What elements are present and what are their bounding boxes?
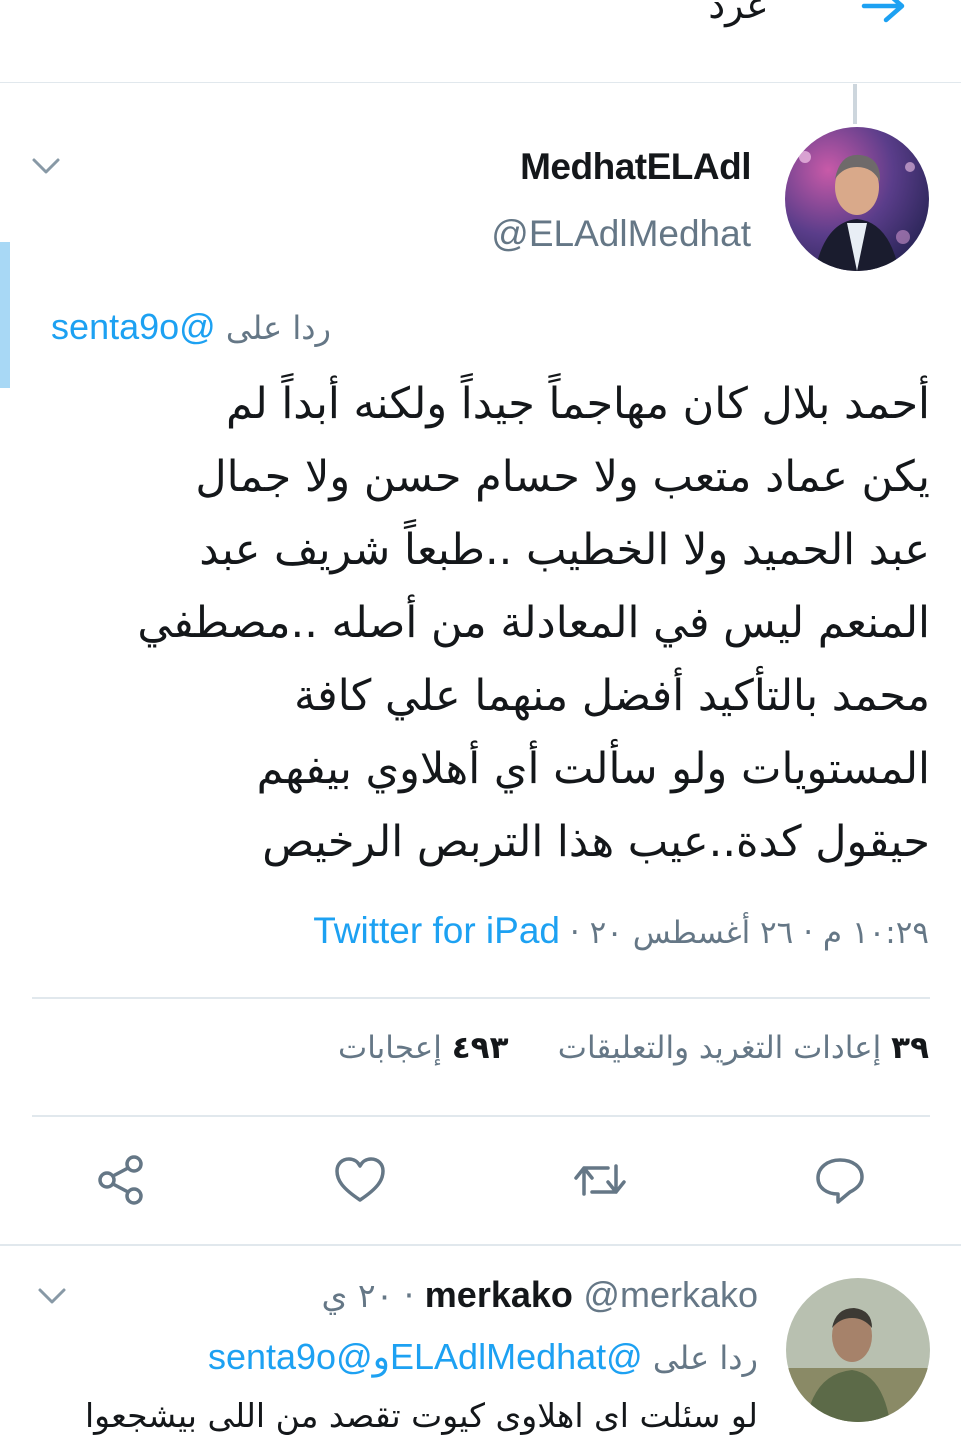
replying-to: ردا على @senta9o xyxy=(51,306,331,348)
share-icon[interactable] xyxy=(93,1152,149,1208)
mention-conjunction: و xyxy=(372,1336,391,1377)
avatar[interactable] xyxy=(785,127,929,271)
author-handle[interactable]: @ELAdlMedhat xyxy=(491,213,751,255)
thread-line xyxy=(853,84,857,124)
reply-display-name[interactable]: merkako xyxy=(425,1274,573,1315)
replying-to-label: ردا على xyxy=(652,1339,758,1377)
top-header xyxy=(0,0,961,83)
reply-header: merkako @merkako · ٢٠ ي xyxy=(322,1274,758,1316)
focus-indicator xyxy=(0,242,10,388)
replying-to-label: ردا على xyxy=(225,309,331,347)
tweet-text-line: حيقول كدة..عيب هذا التربص الرخيص xyxy=(262,817,930,867)
reply-text: لو سئلت اى اهلاوى كيوت تقصد من اللى بيشج… xyxy=(84,1396,758,1435)
tweet-text-line: المستويات ولو سألت أي أهلاوي بيفهم xyxy=(256,744,930,794)
header-title: غرد xyxy=(708,0,766,27)
reply-time: · ٢٠ ي xyxy=(321,1276,415,1315)
reply-icon[interactable] xyxy=(812,1152,868,1208)
section-divider xyxy=(0,1244,961,1246)
mention-link[interactable]: @senta9o xyxy=(51,306,216,347)
retweets-stat[interactable]: ٣٩ إعادات التغريد والتعليقات xyxy=(558,1030,929,1066)
tweet-text-line: أحمد بلال كان مهاجماً جيداً ولكنه أبداً … xyxy=(225,379,930,429)
tweet-text-line: عبد الحميد ولا الخطيب ..طبعاً شريف عبد xyxy=(199,525,930,575)
reply-avatar-photo xyxy=(786,1278,930,1422)
tweet-text-line: محمد بالتأكيد أفضل منهما علي كافة xyxy=(294,671,930,721)
divider xyxy=(32,1115,930,1117)
arrow-right-icon[interactable] xyxy=(860,0,910,34)
tweet-source-link[interactable]: Twitter for iPad xyxy=(313,910,560,951)
tweet-text-line: يكن عماد متعب ولا حسام حسن ولا جمال xyxy=(195,452,930,502)
retweet-icon[interactable] xyxy=(572,1152,628,1208)
tweet-text-line: المنعم ليس في المعادلة من أصله ..مصطفي xyxy=(137,598,930,648)
reply-avatar[interactable] xyxy=(786,1278,930,1422)
likes-stat[interactable]: ٤٩٣ إعجابات xyxy=(338,1030,508,1066)
chevron-down-icon[interactable] xyxy=(31,157,61,175)
tweet-stats: ٣٩ إعادات التغريد والتعليقات ٤٩٣ إعجابات xyxy=(338,1030,929,1066)
tweet-text: أحمد بلال كان مهاجماً جيداً ولكنه أبداً … xyxy=(32,368,930,879)
avatar-photo xyxy=(785,127,929,271)
like-icon[interactable] xyxy=(332,1152,388,1208)
divider xyxy=(32,997,930,999)
reply-handle[interactable]: @merkako xyxy=(583,1274,758,1315)
reply-replying-to: ردا على @ELAdlMedhatو@senta9o xyxy=(208,1336,758,1378)
author-display-name[interactable]: MedhatELAdl xyxy=(520,146,751,188)
mention-link[interactable]: @senta9o xyxy=(208,1336,373,1377)
mention-link[interactable]: @ELAdlMedhat xyxy=(390,1336,643,1377)
tweet-timestamp: ١٠:٢٩ م · ٢٦ أغسطس ٢٠ · xyxy=(569,915,929,951)
tweet-meta: ١٠:٢٩ م · ٢٦ أغسطس ٢٠ · Twitter for iPad xyxy=(313,910,929,952)
chevron-down-icon[interactable] xyxy=(37,1287,67,1305)
